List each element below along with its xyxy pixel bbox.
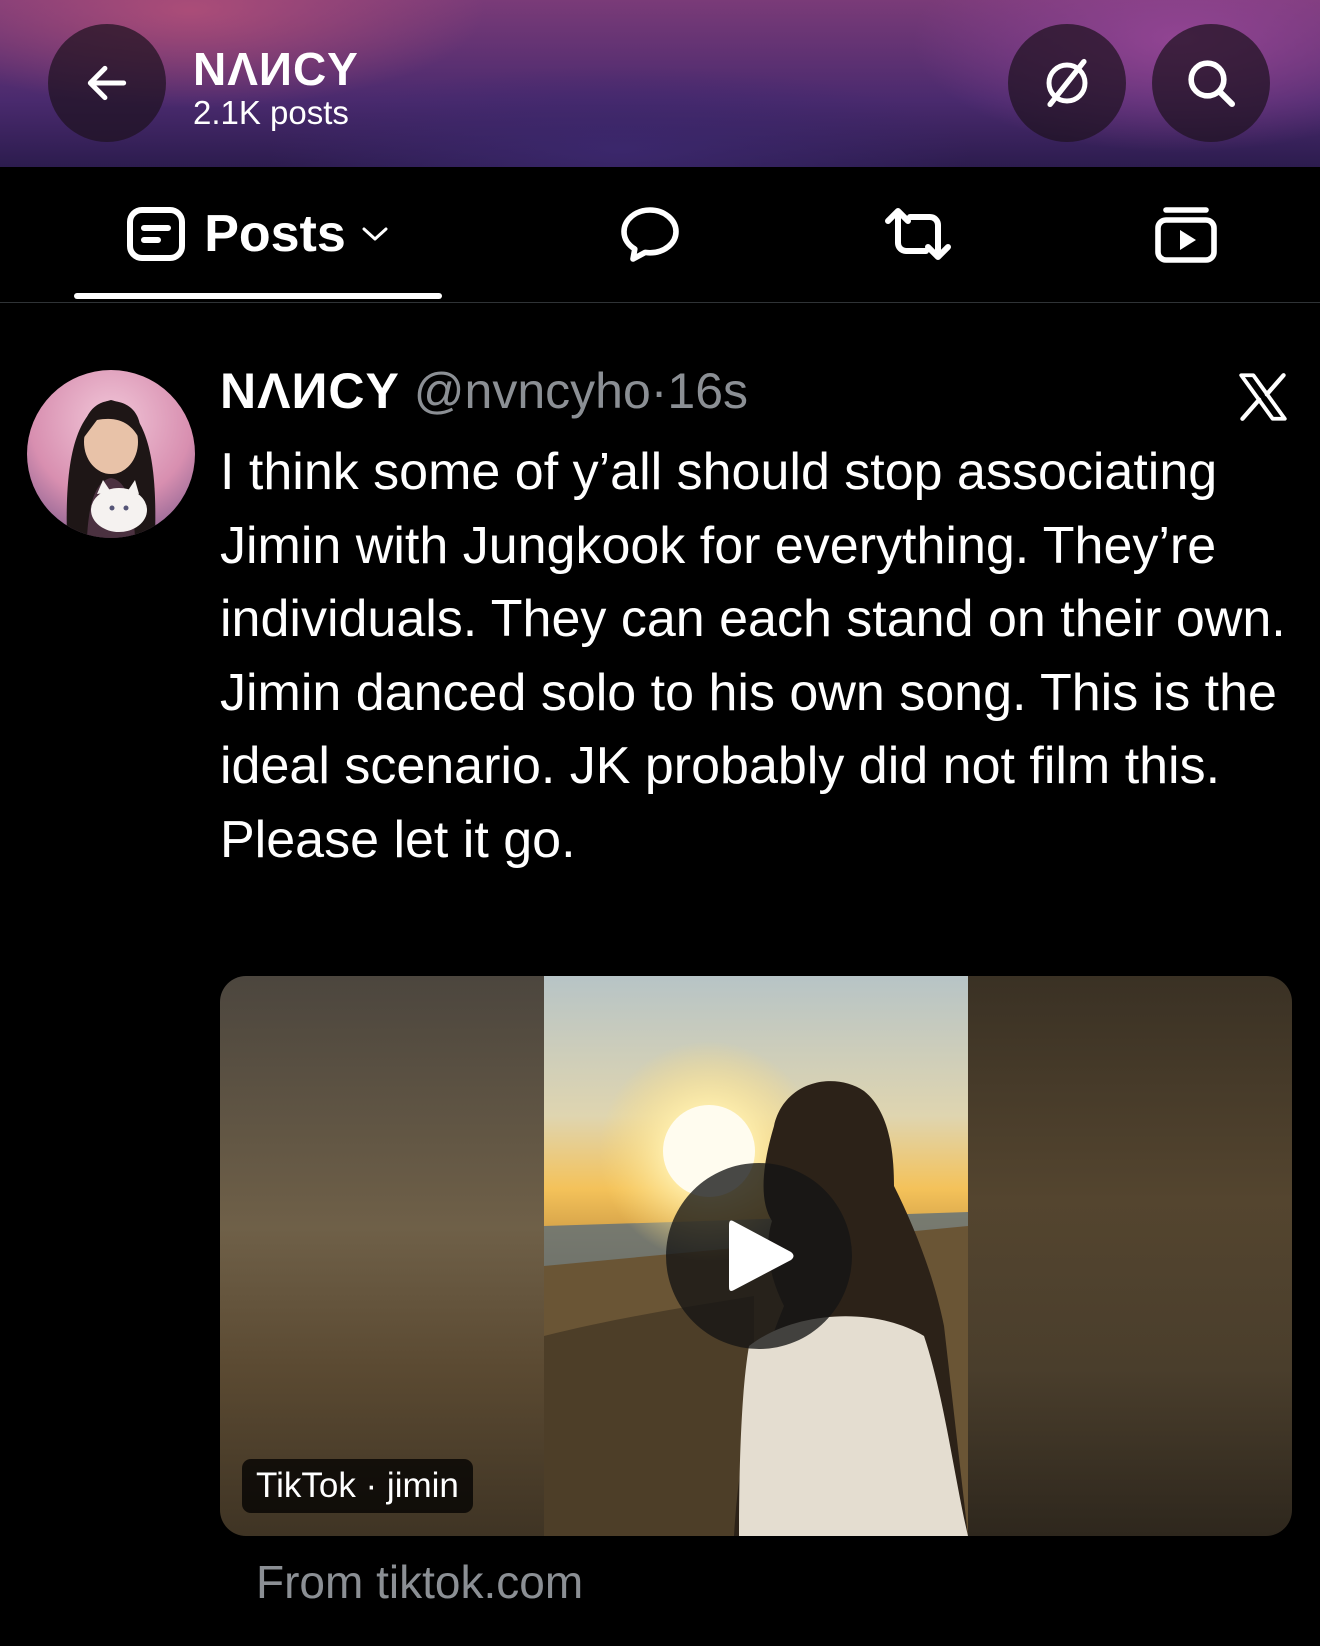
author-name[interactable]: NΛИCY [220,363,400,419]
profile-header: NΛИCY 2.1K posts [0,0,1320,167]
repost-icon [885,208,951,260]
profile-tabs: Posts [0,167,1320,303]
chevron-down-icon[interactable] [360,224,390,244]
author-handle[interactable]: @nvncyho [414,363,651,419]
video-blur-left [220,976,544,1536]
play-button[interactable] [666,1163,852,1349]
play-icon [729,1220,794,1291]
grok-button[interactable] [1008,24,1126,142]
tab-reposts[interactable] [868,167,968,301]
header-title: NΛИCY [193,43,359,95]
tab-media[interactable] [1136,167,1236,301]
avatar-image [27,370,195,538]
author-avatar[interactable] [27,370,195,538]
posts-icon [127,207,186,261]
reply-bubble-icon [621,207,679,262]
tab-active-indicator [74,293,442,299]
tab-posts-label: Posts [204,205,346,263]
post-header: NΛИCY @nvncyho·16s [220,362,748,420]
header-post-count: 2.1K posts [193,94,349,131]
search-icon [1188,60,1236,108]
media-play-icon [1155,207,1217,263]
x-logo-icon [1239,373,1287,421]
post-text: I think some of y’all should stop associ… [220,443,1286,869]
tab-replies[interactable] [600,167,700,301]
arrow-left-icon [87,65,127,101]
tab-posts[interactable]: Posts [74,167,442,301]
back-button[interactable] [48,24,166,142]
grok-icon [1046,58,1088,108]
search-button[interactable] [1152,24,1270,142]
post-timestamp[interactable]: 16s [667,363,748,419]
video-blur-right [968,976,1292,1536]
meta-separator: · [650,363,668,419]
embed-source-link[interactable]: From tiktok.com [256,1555,583,1609]
media-source-badge: TikTok · jimin [242,1459,473,1513]
video-embed[interactable]: TikTok · jimin [220,976,1292,1536]
